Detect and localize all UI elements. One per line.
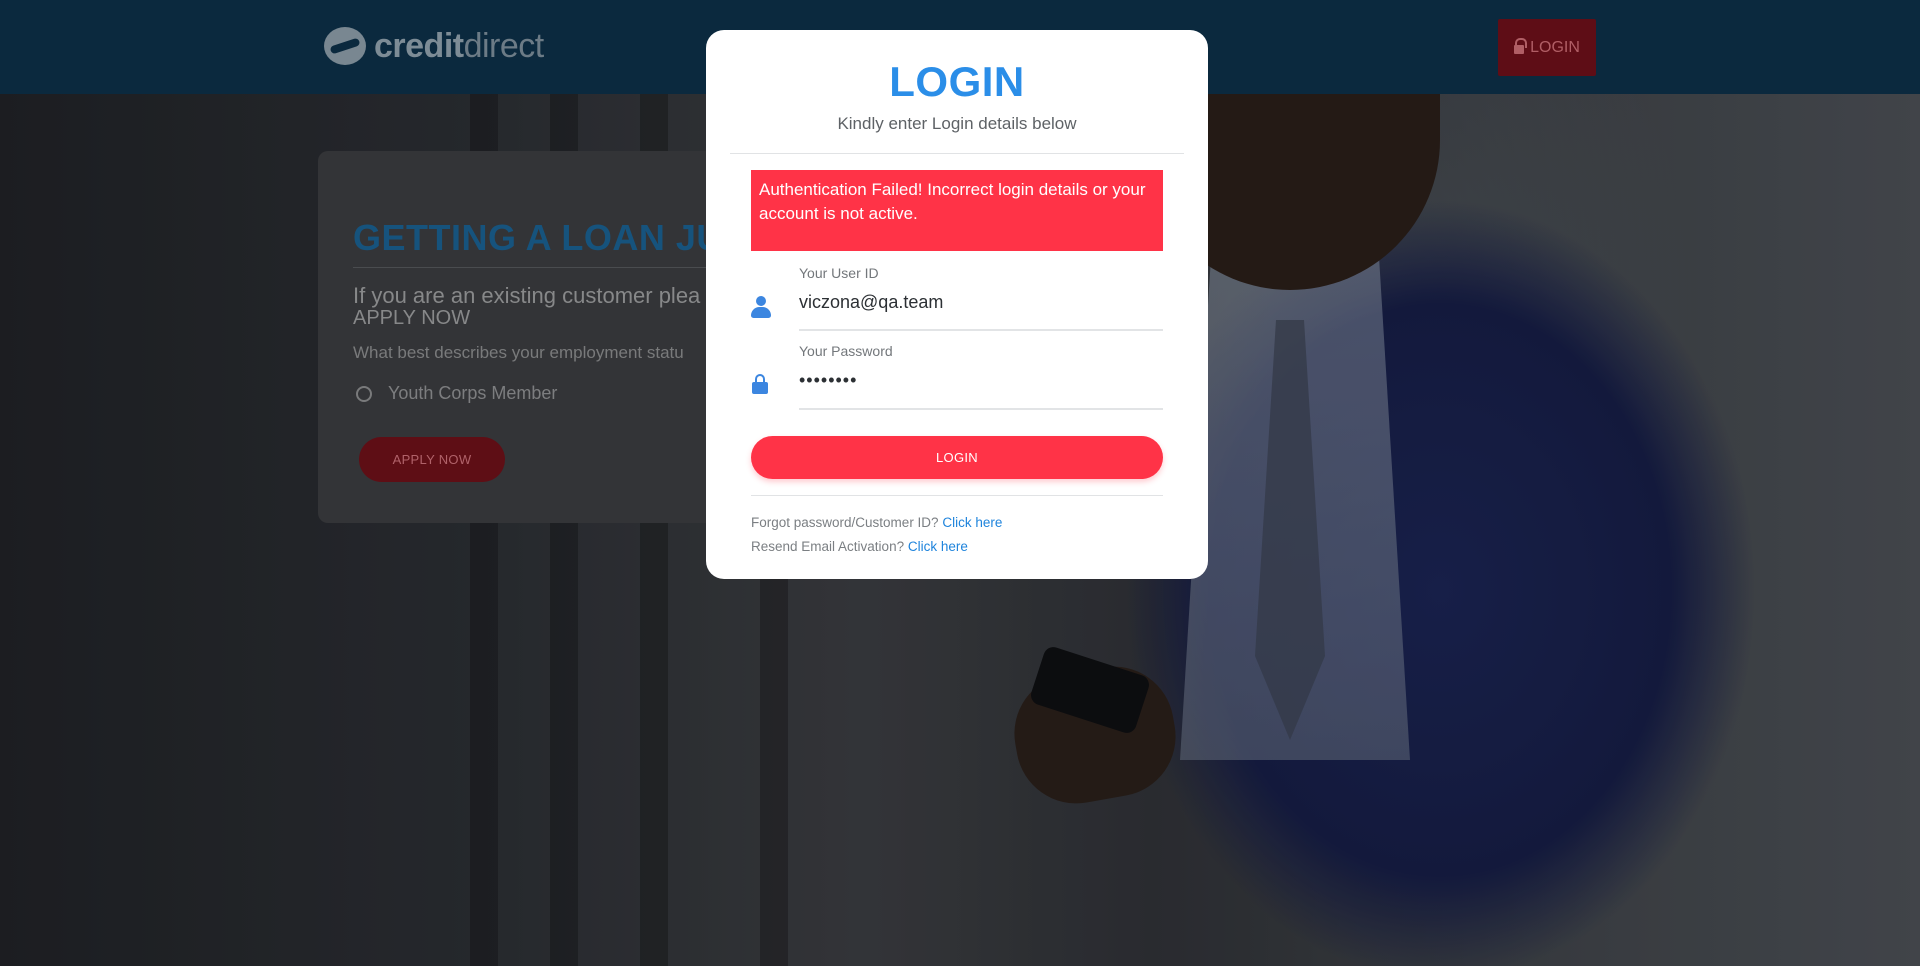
resend-activation-link[interactable]: Click here — [908, 539, 968, 554]
user-id-label: Your User ID — [799, 265, 879, 281]
modal-divider-bottom — [751, 495, 1163, 496]
forgot-password-text: Forgot password/Customer ID? — [751, 515, 939, 530]
password-input[interactable]: •••••••• — [799, 370, 857, 391]
modal-subtitle: Kindly enter Login details below — [837, 114, 1077, 133]
modal-divider — [730, 153, 1184, 154]
login-modal: LOGIN Kindly enter Login details below A… — [706, 30, 1208, 579]
password-label: Your Password — [799, 343, 893, 359]
auth-error-alert: Authentication Failed! Incorrect login d… — [751, 170, 1163, 251]
user-id-underline — [799, 329, 1163, 331]
forgot-password-line: Forgot password/Customer ID? Click here — [751, 515, 1002, 530]
modal-title: LOGIN — [889, 58, 1025, 105]
forgot-password-link[interactable]: Click here — [942, 515, 1002, 530]
password-underline — [799, 408, 1163, 410]
user-id-input[interactable]: viczona@qa.team — [799, 292, 943, 313]
lock-icon — [751, 374, 769, 394]
resend-activation-line: Resend Email Activation? Click here — [751, 539, 968, 554]
resend-activation-text: Resend Email Activation? — [751, 539, 905, 554]
user-icon — [751, 296, 771, 318]
login-button[interactable]: LOGIN — [751, 436, 1163, 479]
